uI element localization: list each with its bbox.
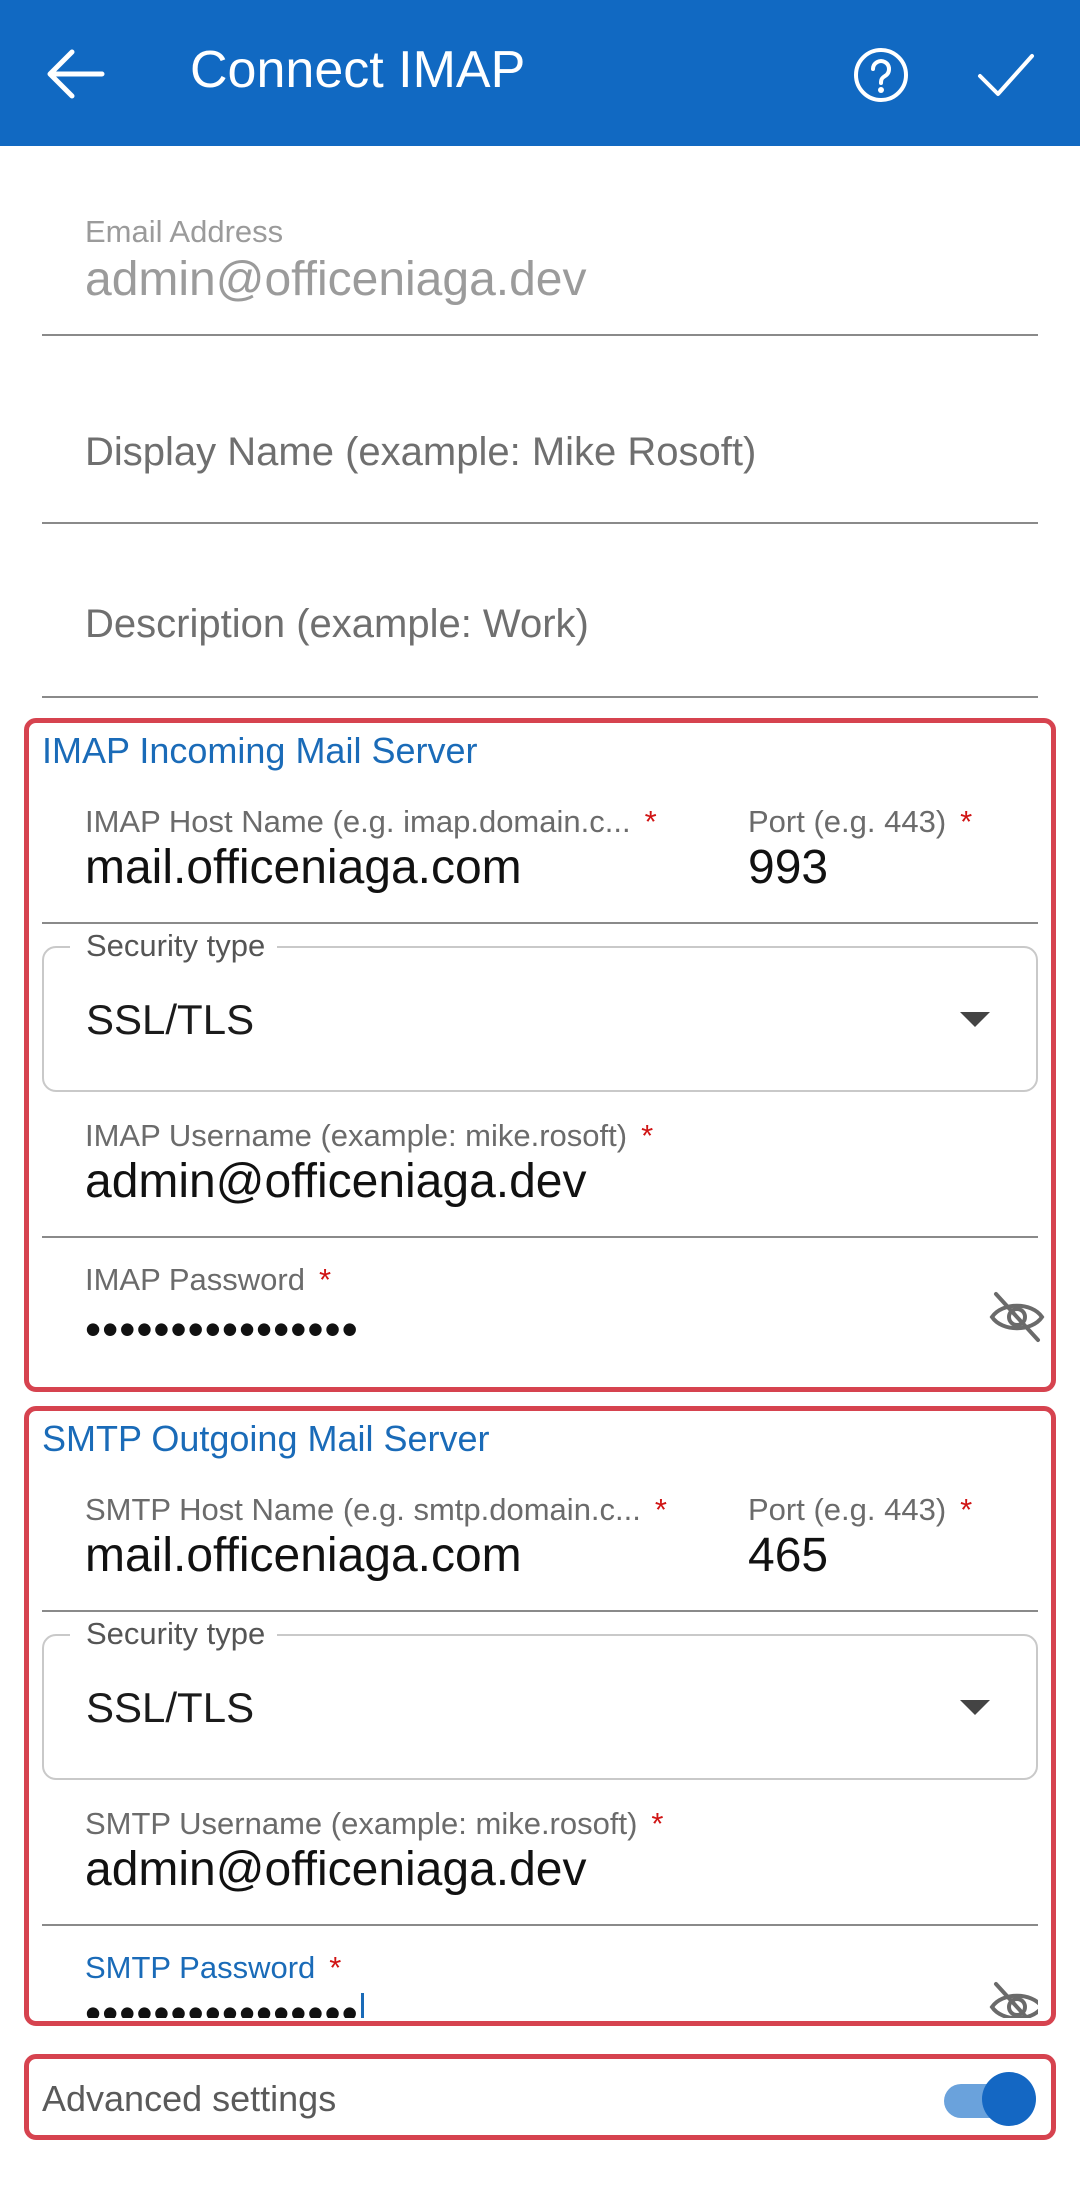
- display-name-placeholder: Display Name (example: Mike Rosoft): [85, 430, 757, 474]
- text-cursor: [360, 1992, 364, 2018]
- imap-password-label: IMAP Password *: [85, 1262, 332, 1297]
- arrow-left-icon[interactable]: [42, 46, 106, 102]
- imap-security-value: SSL/TLS: [86, 996, 255, 1043]
- description-field[interactable]: Description (example: Work): [42, 566, 1038, 698]
- smtp-port-label: Port (e.g. 443) *: [748, 1492, 973, 1527]
- advanced-settings-toggle[interactable]: [944, 2070, 1036, 2128]
- smtp-username-field[interactable]: SMTP Username (example: mike.rosoft) * ad…: [42, 1800, 1038, 1926]
- app-bar: Connect IMAP: [0, 0, 1080, 146]
- eye-off-icon[interactable]: [988, 1978, 1038, 2018]
- smtp-host-label: SMTP Host Name (e.g. smtp.domain.c... *: [85, 1492, 667, 1527]
- smtp-security-select[interactable]: Security type SSL/TLS: [42, 1616, 1038, 1780]
- help-circle-icon[interactable]: [852, 46, 910, 104]
- toggle-knob: [982, 2072, 1036, 2126]
- advanced-settings-label: Advanced settings: [42, 2078, 337, 2119]
- imap-password-value: ••••••••••••••••: [85, 1303, 359, 1355]
- imap-host-field[interactable]: IMAP Host Name (e.g. imap.domain.c... * m…: [42, 796, 1038, 924]
- smtp-password-field[interactable]: SMTP Password * ••••••••••••••••: [42, 1946, 1038, 2018]
- imap-section-title: IMAP Incoming Mail Server: [42, 730, 478, 771]
- page-title: Connect IMAP: [190, 41, 526, 99]
- dropdown-caret-icon: [960, 1012, 990, 1027]
- imap-port-label: Port (e.g. 443) *: [748, 804, 973, 839]
- email-value: admin@officeniaga.dev: [85, 253, 587, 306]
- smtp-section-title: SMTP Outgoing Mail Server: [42, 1418, 490, 1459]
- description-placeholder: Description (example: Work): [85, 602, 589, 646]
- display-name-field[interactable]: Display Name (example: Mike Rosoft): [42, 390, 1038, 524]
- smtp-username-value: admin@officeniaga.dev: [85, 1843, 587, 1896]
- imap-password-field[interactable]: IMAP Password * ••••••••••••••••: [42, 1258, 1045, 1384]
- smtp-security-label: Security type: [70, 1616, 278, 1652]
- imap-security-label: Security type: [70, 928, 278, 964]
- smtp-password-label: SMTP Password *: [85, 1950, 342, 1985]
- eye-off-icon[interactable]: [988, 1288, 1046, 1346]
- imap-host-label: IMAP Host Name (e.g. imap.domain.c... *: [85, 804, 657, 839]
- smtp-username-label: SMTP Username (example: mike.rosoft) *: [85, 1806, 664, 1841]
- smtp-password-value: ••••••••••••••••: [85, 1986, 364, 2018]
- smtp-host-field[interactable]: SMTP Host Name (e.g. smtp.domain.c... * m…: [42, 1484, 1038, 1612]
- imap-username-value: admin@officeniaga.dev: [85, 1155, 587, 1208]
- email-label: Email Address: [85, 214, 284, 249]
- imap-port-value[interactable]: 993: [748, 840, 828, 895]
- dropdown-caret-icon: [960, 1700, 990, 1715]
- imap-security-select[interactable]: Security type SSL/TLS: [42, 928, 1038, 1092]
- smtp-port-value[interactable]: 465: [748, 1528, 828, 1583]
- email-field: Email Address admin@officeniaga.dev: [42, 206, 1038, 336]
- imap-host-value: mail.officeniaga.com: [85, 841, 522, 894]
- imap-username-field[interactable]: IMAP Username (example: mike.rosoft) * ad…: [42, 1112, 1038, 1238]
- imap-username-label: IMAP Username (example: mike.rosoft) *: [85, 1118, 654, 1153]
- smtp-host-value: mail.officeniaga.com: [85, 1529, 522, 1582]
- check-icon[interactable]: [976, 50, 1036, 100]
- smtp-security-value: SSL/TLS: [86, 1684, 255, 1731]
